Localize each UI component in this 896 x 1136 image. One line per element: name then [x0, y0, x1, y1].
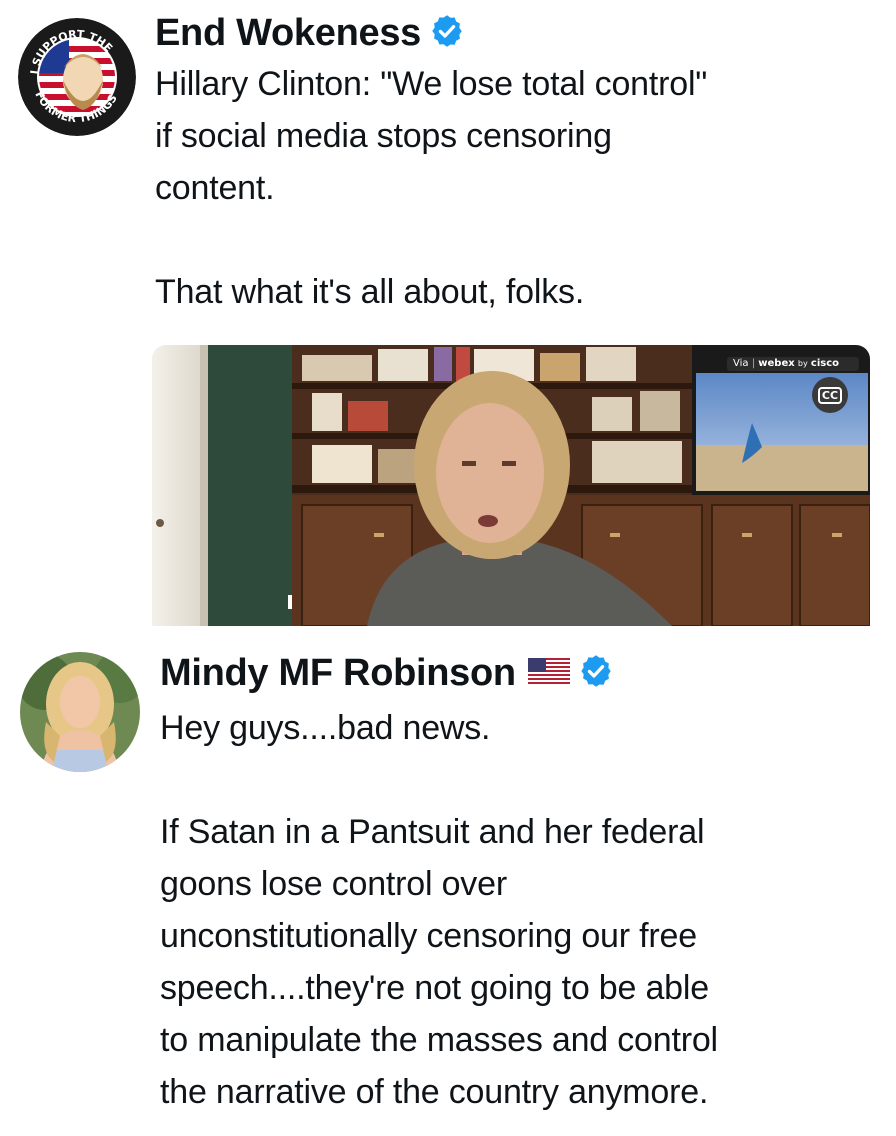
- author-avatar[interactable]: [20, 652, 140, 772]
- badge-by: by: [797, 359, 808, 368]
- badge-company: cisco: [810, 358, 839, 369]
- post-text: Hey guys....bad news. If Satan in a Pant…: [160, 709, 718, 1111]
- author-avatar[interactable]: I SUPPORT THE FORMER THINGS: [18, 18, 136, 136]
- verified-badge-icon: [578, 653, 614, 694]
- author-name-row: Mindy MF Robinson: [160, 650, 614, 696]
- closed-captions-button[interactable]: CC: [812, 377, 848, 413]
- author-name-row: End Wokeness: [155, 10, 465, 56]
- author-name[interactable]: Mindy MF Robinson: [160, 652, 516, 695]
- badge-via: Via: [733, 358, 749, 369]
- badge-brand: webex: [758, 358, 795, 369]
- post-end-wokeness: I SUPPORT THE FORMER THINGS End Wokeness…: [0, 0, 896, 630]
- video-thumbnail[interactable]: Via | webex by cisco CC: [152, 345, 870, 626]
- cc-icon: CC: [817, 386, 843, 404]
- post-text: Hillary Clinton: "We lose total control"…: [155, 65, 708, 311]
- author-name[interactable]: End Wokeness: [155, 12, 421, 55]
- us-flag-icon: [527, 657, 570, 689]
- webex-badge: Via | webex by cisco: [727, 357, 859, 371]
- verified-badge-icon: [429, 13, 465, 54]
- post-mindy-robinson: Mindy MF Robinson Hey guys....bad news. …: [0, 630, 896, 1136]
